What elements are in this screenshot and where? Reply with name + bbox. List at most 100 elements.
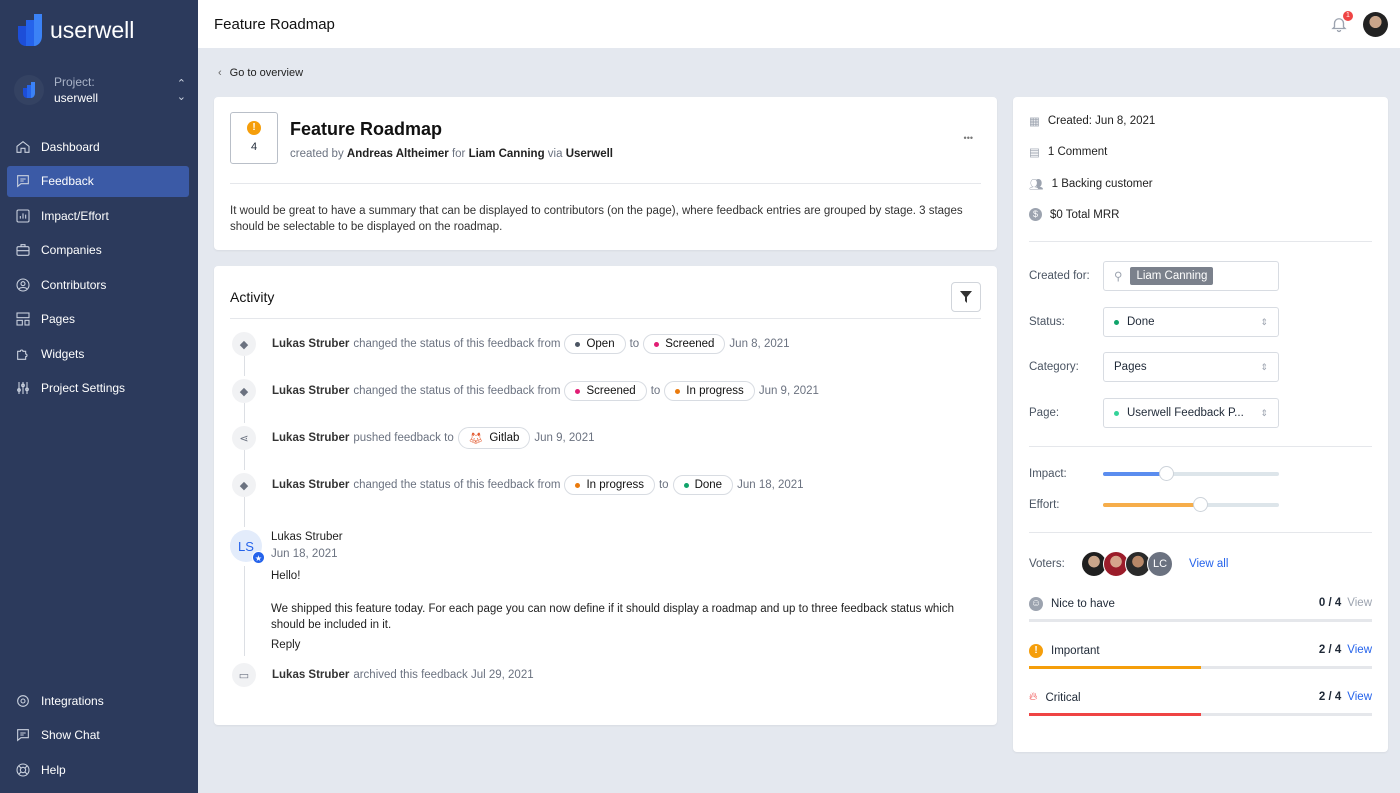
share-icon: ⋖ (232, 426, 256, 450)
event-user[interactable]: Lukas Struber (272, 432, 349, 444)
author-link[interactable]: Andreas Altheimer (347, 148, 449, 160)
pages-icon (16, 312, 30, 326)
status-pill-to: Done (672, 475, 734, 495)
sidebar-item-label: Project Settings (41, 381, 126, 395)
sidebar-item-label: Show Chat (41, 728, 100, 742)
impact-label: Impact: (1029, 468, 1067, 480)
commenter-avatar: LS ★ (230, 530, 265, 564)
activity-title: Activity (230, 289, 275, 305)
sidebar-item-show-chat[interactable]: Show Chat (7, 720, 189, 751)
home-icon (16, 140, 30, 153)
page-title: Feature Roadmap (214, 15, 335, 33)
user-circle-icon (16, 277, 30, 292)
sidebar-item-companies[interactable]: Companies (7, 235, 189, 266)
project-name: userwell (54, 91, 99, 105)
brand-name: userwell (50, 16, 135, 43)
feedback-description: It would be great to have a summary that… (230, 205, 963, 233)
integration-pill[interactable]: 🦊︎ Gitlab (457, 427, 531, 449)
more-options-button[interactable]: ••• (964, 133, 973, 143)
comment-author: Lukas Struber (271, 531, 343, 543)
sidebar-item-impact-effort[interactable]: Impact/Effort (7, 200, 189, 231)
activity-event: ◆ Lukas Struber changed the status of this… (232, 473, 804, 497)
sidebar-item-label: Widgets (41, 346, 85, 361)
sidebar-item-pages[interactable]: Pages (7, 304, 189, 335)
impact-slider-handle[interactable] (1159, 466, 1175, 481)
tag-icon: ◆ (232, 332, 256, 356)
priority-view-link[interactable]: View (1347, 644, 1372, 656)
priority-bar (1029, 713, 1372, 716)
sidebar-item-feedback[interactable]: Feedback (7, 165, 189, 197)
briefcase-icon (16, 244, 30, 256)
chat-icon (17, 175, 29, 188)
event-user[interactable]: Lukas Struber (272, 385, 349, 397)
gear-icon (17, 694, 29, 707)
user-avatar[interactable] (1363, 12, 1388, 37)
vote-count: 4 (250, 141, 258, 153)
event-user[interactable]: Lukas Struber (272, 669, 349, 681)
vote-box[interactable]: ! 4 (230, 112, 278, 164)
puzzle-icon (17, 349, 28, 360)
priority-bar-fill (1029, 713, 1201, 716)
event-user[interactable]: Lukas Struber (272, 479, 349, 491)
sidebar-item-contributors[interactable]: Contributors (7, 269, 189, 300)
sidebar-item-label: Contributors (41, 277, 107, 292)
project-switcher[interactable]: Project: userwell ⌃ ⌄ (14, 74, 186, 106)
chevron-left-icon: ‹ (218, 67, 222, 79)
logo[interactable]: userwell (16, 14, 134, 46)
activity-event: ◆ Lukas Struber changed the status of this… (232, 332, 790, 356)
source-link[interactable]: Userwell (566, 148, 613, 160)
status-pill-to: Screened (643, 334, 726, 354)
sidebar-item-help[interactable]: Help (7, 754, 189, 785)
effort-slider-handle[interactable] (1192, 497, 1208, 512)
comment-body: We shipped this feature today. For each … (271, 603, 954, 631)
category-select[interactable]: Pages ⇕ (1103, 352, 1279, 382)
priority-view-link[interactable]: View (1347, 691, 1372, 703)
sidebar-item-label: Dashboard (41, 139, 100, 154)
view-all-voters-link[interactable]: View all (1189, 558, 1228, 570)
notifications-button[interactable]: 1 (1330, 11, 1353, 36)
feedback-title: Feature Roadmap (290, 119, 443, 139)
priority-view-link[interactable]: View (1347, 597, 1372, 609)
status-pill-from: Screened (564, 381, 647, 401)
voter-avatar[interactable]: LC (1147, 551, 1173, 577)
project-label: Project: (54, 75, 95, 89)
archive-icon: ▭ (232, 663, 256, 687)
created-for-input[interactable]: ⚲ Liam Canning (1103, 261, 1279, 291)
sidebar-item-label: Companies (41, 243, 102, 257)
customer-tag[interactable]: Liam Canning (1130, 267, 1214, 285)
sidebar-item-integrations[interactable]: Integrations (7, 685, 189, 716)
customer-link[interactable]: Liam Canning (469, 148, 545, 160)
event-date: Jun 18, 2021 (737, 479, 804, 491)
sidebar-item-project-settings[interactable]: Project Settings (7, 373, 189, 404)
sidebar-item-label: Integrations (41, 693, 104, 708)
impact-slider[interactable] (1103, 466, 1279, 481)
chevron-updown-icon: ⇕ (1260, 407, 1268, 418)
voter-avatars[interactable]: LC (1081, 551, 1173, 577)
effort-label: Effort: (1029, 499, 1060, 511)
activity-event: ⋖ Lukas Struber pushed feedback to 🦊︎ Gitlab… (232, 426, 594, 450)
sidebar-item-widgets[interactable]: Widgets (7, 338, 189, 369)
page-dot (1114, 410, 1119, 416)
dollar-icon: $ (1029, 208, 1042, 221)
chevron-updown-icon: ⇕ (1260, 316, 1268, 327)
notification-count: 1 (1343, 11, 1353, 21)
priority-count: 0 / 4 (1318, 597, 1342, 609)
status-pill-to: In progress (664, 381, 755, 401)
status-select[interactable]: Done ⇕ (1103, 307, 1279, 337)
comment-greeting: Hello! (271, 570, 301, 582)
search-icon: ⚲ (1114, 271, 1123, 283)
event-text: changed the status of this feedback from (353, 385, 561, 397)
back-link[interactable]: ‹ Go to overview (218, 67, 303, 79)
priority-name: Critical (1045, 691, 1081, 704)
status-pill-from: In progress (564, 475, 655, 495)
effort-slider[interactable] (1103, 497, 1279, 512)
page-select[interactable]: Userwell Feedback P... ⇕ (1103, 398, 1279, 428)
sidebar-item-dashboard[interactable]: Dashboard (7, 131, 189, 162)
reply-button[interactable]: Reply (271, 639, 300, 651)
smile-icon: ☺ (1029, 597, 1043, 611)
sidebar-item-label: Feedback (41, 174, 94, 188)
filter-button[interactable] (951, 282, 981, 312)
event-date: Jun 9, 2021 (758, 385, 819, 397)
priority-count: 2 / 4 (1318, 644, 1342, 656)
event-user[interactable]: Lukas Struber (272, 338, 349, 350)
